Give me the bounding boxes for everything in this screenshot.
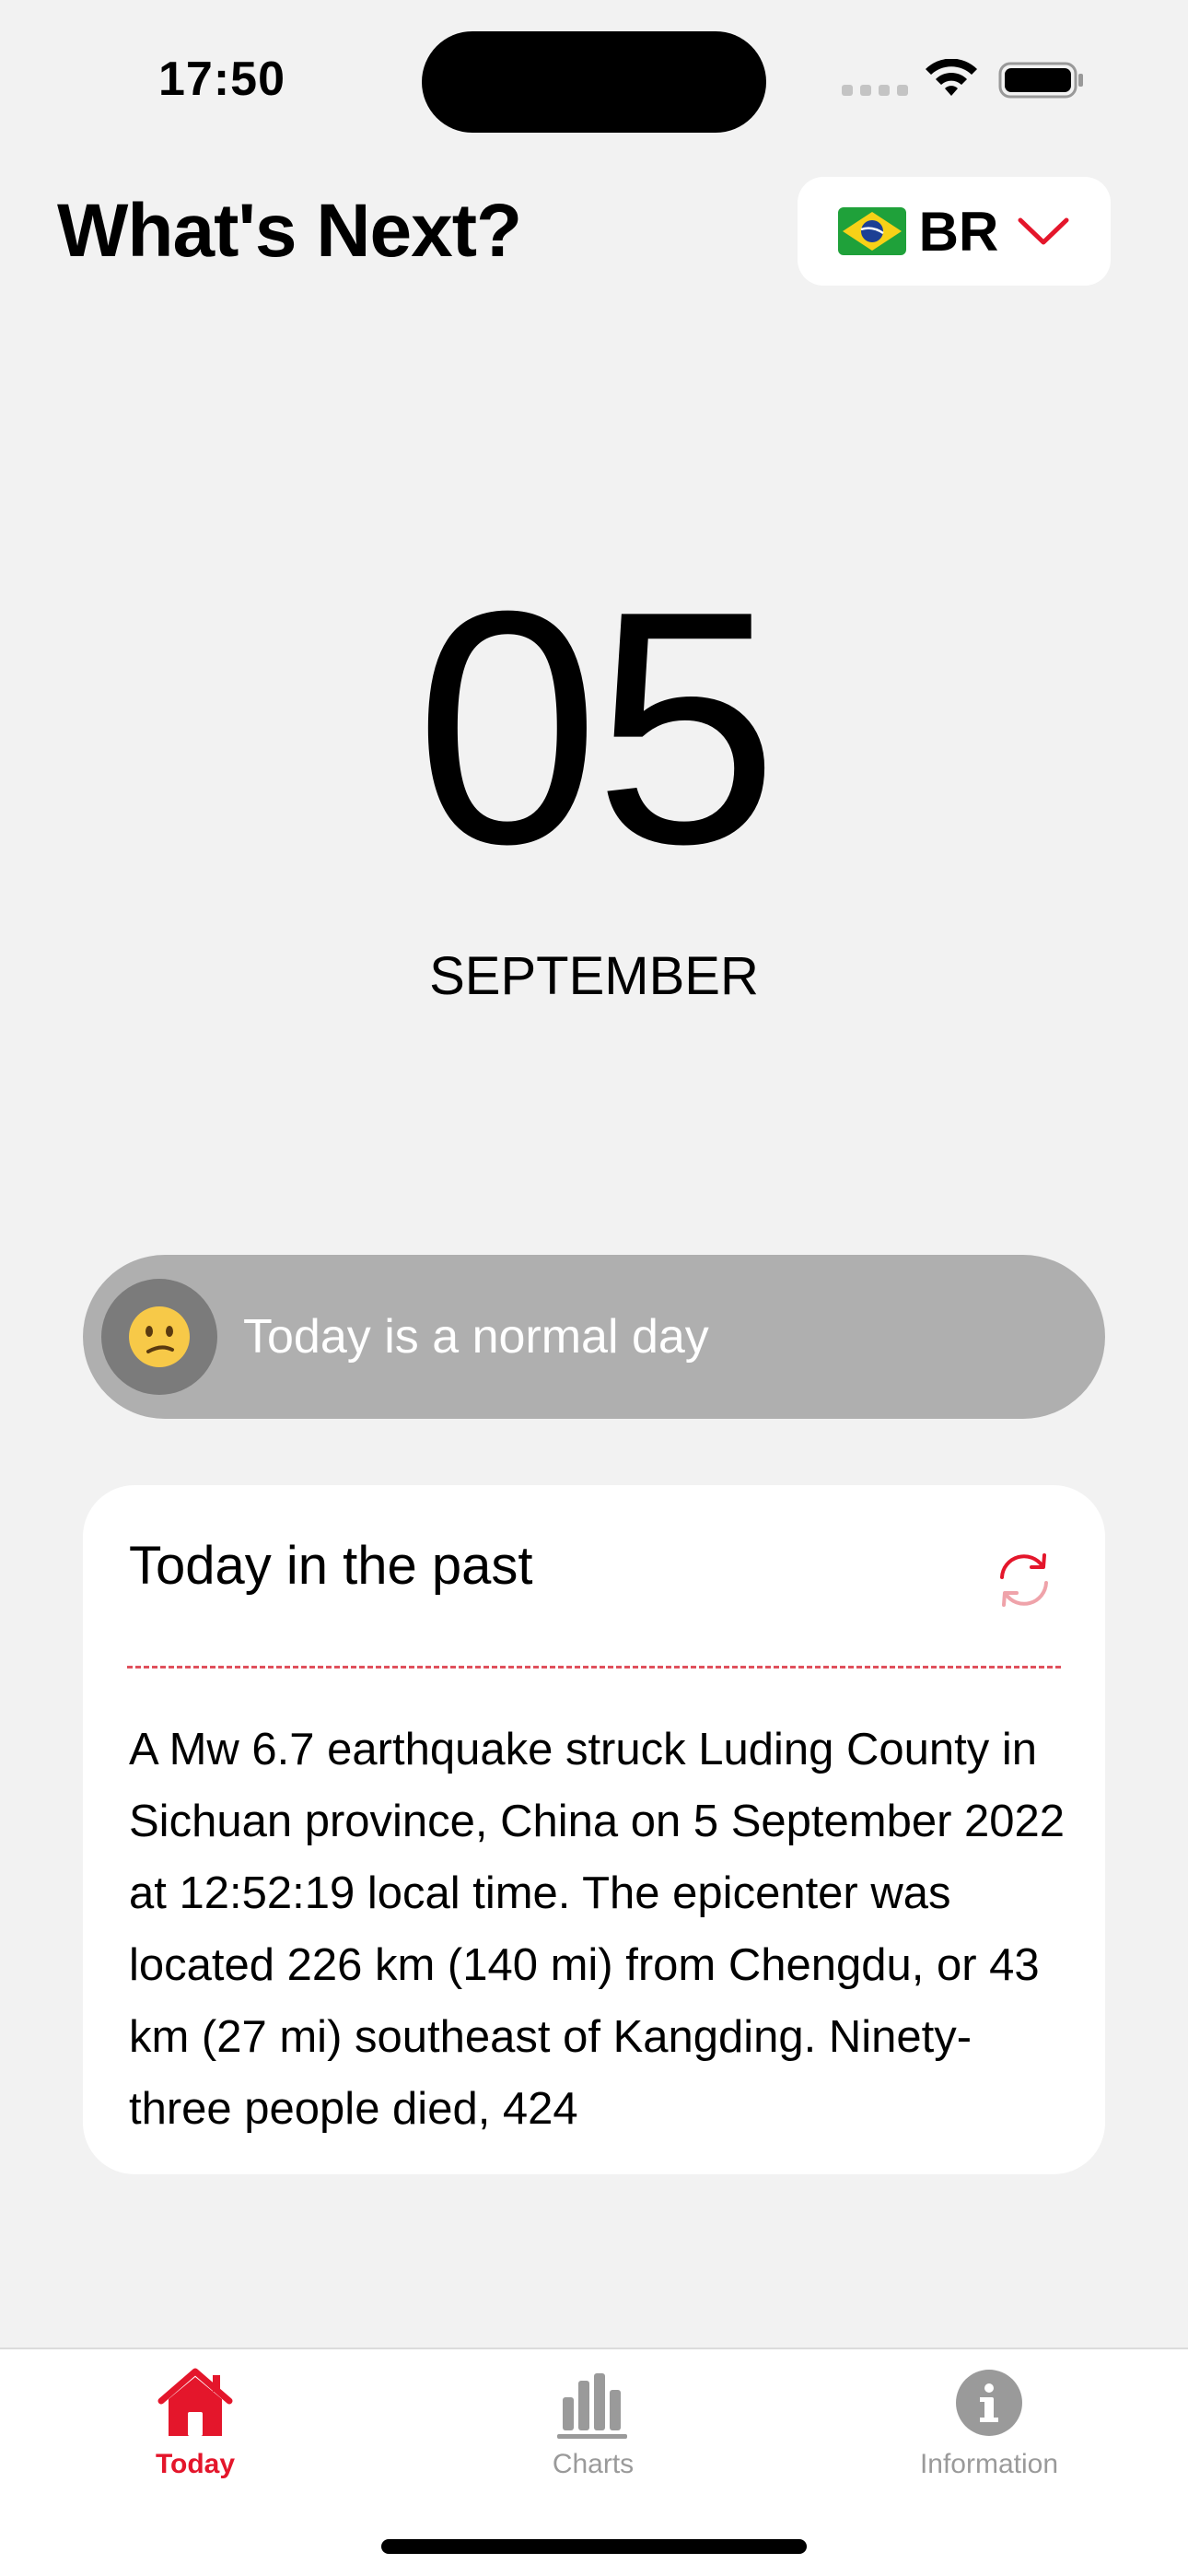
- tab-label-today: Today: [155, 2449, 236, 2479]
- tab-label-charts: Charts: [552, 2449, 635, 2479]
- card-title: Today in the past: [129, 1536, 533, 1596]
- country-selector-button[interactable]: BR: [798, 177, 1111, 286]
- brazil-flag-icon: [837, 207, 906, 255]
- history-event-text[interactable]: A Mw 6.7 earthquake struck Luding County…: [129, 1714, 1068, 2137]
- info-icon: [956, 2370, 1022, 2436]
- day-status-banner: Today is a normal day: [83, 1255, 1105, 1419]
- wifi-icon: [926, 59, 977, 96]
- confused-face-icon: [129, 1306, 190, 1367]
- card-divider: [127, 1666, 1061, 1669]
- tab-today[interactable]: Today: [57, 2366, 333, 2480]
- page-title: What's Next?: [57, 189, 522, 273]
- today-screen: 17:50 What's Next? BR 05 SEPTEMBER Today…: [0, 0, 1188, 2576]
- tab-charts[interactable]: Charts: [455, 2366, 731, 2480]
- month-name: SEPTEMBER: [429, 946, 759, 1006]
- home-icon: [157, 2368, 233, 2436]
- battery-icon: [998, 62, 1083, 99]
- status-time: 17:50: [158, 53, 285, 106]
- refresh-icon[interactable]: [991, 1546, 1057, 1612]
- tab-label-information: Information: [919, 2449, 1059, 2479]
- bar-chart-icon: [557, 2373, 627, 2439]
- home-indicator[interactable]: [381, 2539, 807, 2554]
- day-status-text: Today is a normal day: [243, 1310, 709, 1364]
- country-code: BR: [918, 200, 999, 263]
- cellular-signal-icon: [842, 85, 908, 96]
- emoji-badge: [101, 1279, 217, 1395]
- tab-information[interactable]: Information: [851, 2366, 1127, 2480]
- today-in-the-past-card: Today in the past A Mw 6.7 earthquake st…: [83, 1485, 1105, 2174]
- day-number: 05: [414, 543, 778, 913]
- dynamic-island: [422, 31, 766, 133]
- chevron-down-icon: [1018, 217, 1069, 245]
